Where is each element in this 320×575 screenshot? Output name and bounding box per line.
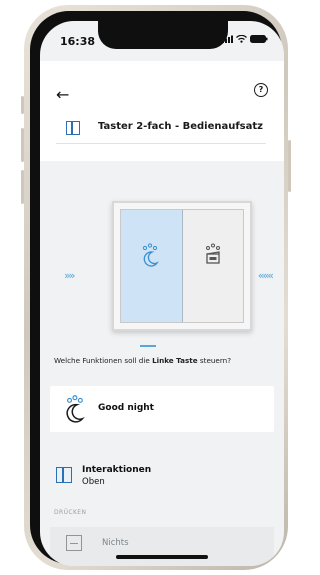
selected-key-indicator (140, 345, 156, 347)
system-icons (222, 35, 268, 43)
device-double-switch-icon (66, 121, 80, 135)
question-suffix: steuern? (197, 356, 232, 365)
back-arrow-icon[interactable]: ← (56, 85, 69, 104)
interactions-subtitle: Oben (82, 477, 105, 487)
title-divider (56, 143, 266, 144)
help-icon[interactable]: ? (254, 83, 268, 97)
selected-function-card[interactable]: Good night (50, 386, 274, 432)
phone-frame: 16:38 ← ? Taster 2-fach - Bedienaufsatz … (24, 5, 288, 570)
minus-icon (66, 535, 82, 551)
press-option-label: Nichts (102, 538, 129, 548)
top-bar: ← ? Taster 2-fach - Bedienaufsatz (40, 61, 284, 161)
battery-icon (250, 35, 268, 43)
question-prefix: Welche Funktionen soll die (54, 356, 153, 365)
question-key: Linke Taste (152, 356, 198, 365)
function-question: Welche Funktionen soll die Linke Taste s… (54, 356, 231, 365)
left-key[interactable] (121, 210, 183, 322)
good-night-scene-icon (143, 243, 160, 267)
switch-keys (120, 209, 244, 323)
page-title: Taster 2-fach - Bedienaufsatz (98, 121, 263, 132)
interactions-icon (56, 467, 72, 483)
switch-illustration (112, 201, 252, 331)
status-time: 16:38 (60, 35, 96, 48)
press-section-label: DRÜCKEN (54, 509, 87, 516)
right-arrows-indicator: ««« (257, 269, 274, 282)
signal-icon (222, 35, 233, 43)
interactions-row[interactable]: Interaktionen Oben (40, 461, 284, 501)
home-indicator (116, 555, 208, 559)
wifi-icon (236, 35, 247, 43)
phone-bezel: 16:38 ← ? Taster 2-fach - Bedienaufsatz … (30, 11, 284, 566)
interactions-title: Interaktionen (82, 465, 152, 475)
press-option-none[interactable]: Nichts (50, 527, 274, 566)
selected-function-label: Good night (98, 403, 154, 413)
right-key[interactable] (182, 210, 243, 322)
notch (98, 21, 228, 49)
status-bar: 16:38 (40, 21, 284, 61)
good-night-scene-icon (66, 395, 85, 423)
left-arrows-indicator: »» (64, 269, 76, 282)
app-screen: 16:38 ← ? Taster 2-fach - Bedienaufsatz … (40, 21, 284, 566)
scene-clapper-icon (205, 243, 220, 264)
power-button (288, 140, 291, 192)
